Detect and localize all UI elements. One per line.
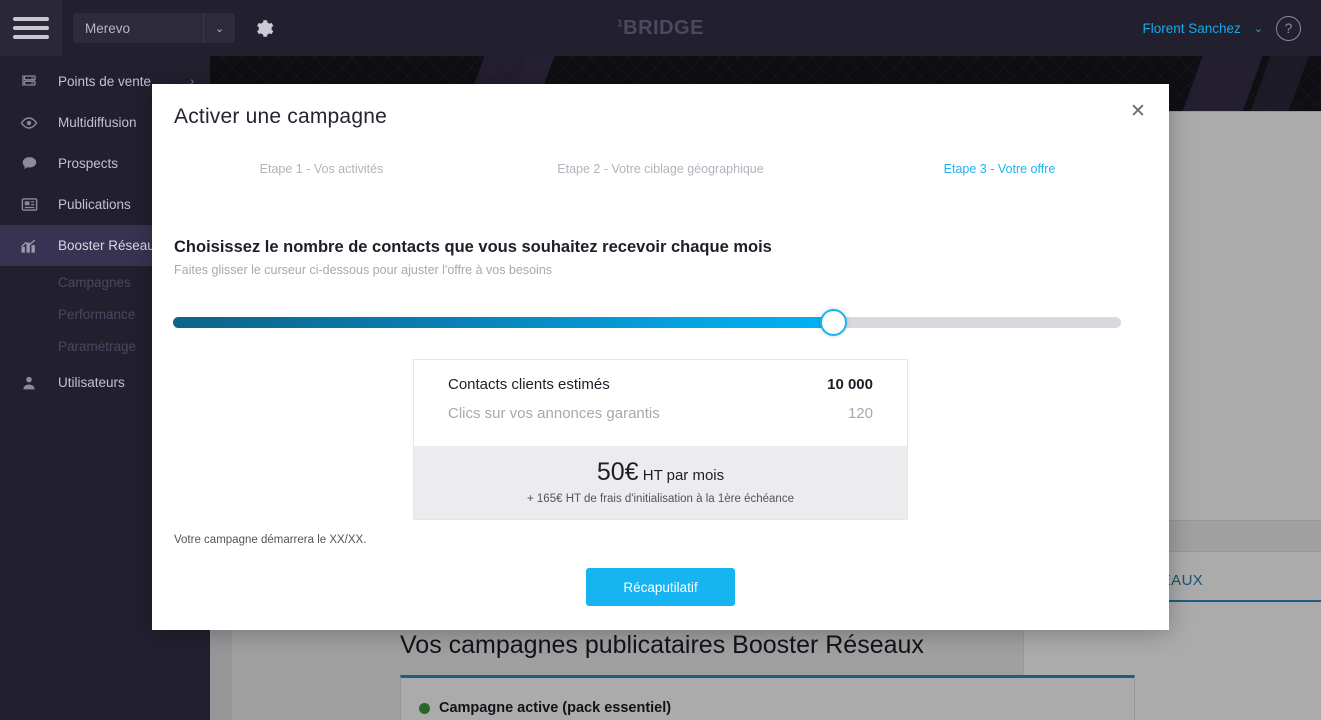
offer-row-value: 120: [847, 405, 873, 422]
offer-rows: Contacts clients estimés 10 000 Clics su…: [414, 360, 907, 446]
modal-title: Activer une campagne: [174, 105, 387, 128]
sidebar-item-label: Multidiffusion: [58, 115, 137, 130]
section-subheading: Faites glisser le curseur ci-dessous pou…: [174, 263, 553, 277]
site-selector[interactable]: Merevo ⌄: [73, 13, 235, 43]
user-icon: [0, 374, 58, 392]
sidebar-subitem-label: Paramétrage: [58, 338, 137, 354]
sidebar-subitem-label: Performance: [58, 306, 136, 322]
offer-row-value: 10 000: [827, 376, 873, 393]
sidebar-item-label: Booster Réseaux: [58, 238, 162, 253]
help-icon[interactable]: ?: [1276, 15, 1301, 41]
price-amount: 50€: [596, 458, 639, 486]
slider-fill: [173, 317, 834, 328]
chart-bar-icon: [0, 236, 58, 256]
step-2[interactable]: Etape 2 - Votre ciblage géographique: [491, 162, 830, 176]
price-suffix: HT par mois: [642, 467, 725, 484]
offer-row-label: Clics sur vos annonces garantis: [448, 405, 660, 422]
sidebar-subitem-label: Campagnes: [58, 274, 131, 290]
section-heading: Choisissez le nombre de contacts que vou…: [174, 238, 772, 256]
offer-row: Clics sur vos annonces garantis 120: [448, 405, 873, 434]
close-icon[interactable]: ✕: [1125, 98, 1151, 124]
sidebar-item-label: Utilisateurs: [58, 375, 125, 390]
activate-campaign-modal: ✕ Activer une campagne Etape 1 - Vos act…: [152, 84, 1169, 630]
slider-thumb[interactable]: [820, 309, 847, 336]
step-3[interactable]: Etape 3 - Votre offre: [830, 162, 1169, 176]
eye-icon: [0, 113, 58, 133]
sidebar-item-label: Points de vente: [58, 74, 152, 89]
top-bar: Merevo ⌄ 1BRIDGE Florent Sanchez ⌄ ?: [0, 0, 1321, 56]
brand-name: BRIDGE: [623, 16, 704, 39]
app-root: Vos activités Perfect BOOSTER RÉSEAUX Vo…: [0, 0, 1321, 720]
top-bar-right: Florent Sanchez ⌄ ?: [1142, 15, 1321, 41]
step-nav: Etape 1 - Vos activités Etape 2 - Votre …: [152, 162, 1169, 176]
offer-row: Contacts clients estimés 10 000: [448, 376, 873, 405]
chat-bubble-icon: [0, 154, 58, 173]
gear-icon[interactable]: [253, 17, 275, 39]
step-1[interactable]: Etape 1 - Vos activités: [152, 162, 491, 176]
contacts-slider[interactable]: [173, 309, 1121, 337]
hamburger-icon[interactable]: [0, 0, 62, 56]
recapitulatif-button[interactable]: Récaputilatif: [586, 568, 735, 606]
user-menu-name[interactable]: Florent Sanchez: [1142, 21, 1240, 36]
sidebar-item-label: Prospects: [58, 156, 119, 171]
price-main: 50€ HT par mois: [414, 458, 907, 487]
brand-text: 1BRIDGE: [617, 17, 704, 40]
chevron-down-icon: ⌄: [203, 13, 235, 43]
site-selector-value: Merevo: [85, 20, 131, 36]
price-note: + 165€ HT de frais d'initialisation à la…: [527, 493, 794, 505]
sidebar-item-label: Publications: [58, 197, 131, 212]
brand-prefix: 1: [617, 17, 624, 29]
server-icon: [0, 73, 58, 91]
chevron-down-icon[interactable]: ⌄: [1254, 22, 1263, 35]
offer-card: Contacts clients estimés 10 000 Clics su…: [413, 359, 908, 520]
newspaper-icon: [0, 195, 58, 214]
offer-row-label: Contacts clients estimés: [448, 376, 610, 393]
start-date-note: Votre campagne démarrera le XX/XX.: [174, 534, 367, 546]
offer-price: 50€ HT par mois + 165€ HT de frais d'ini…: [414, 446, 907, 519]
